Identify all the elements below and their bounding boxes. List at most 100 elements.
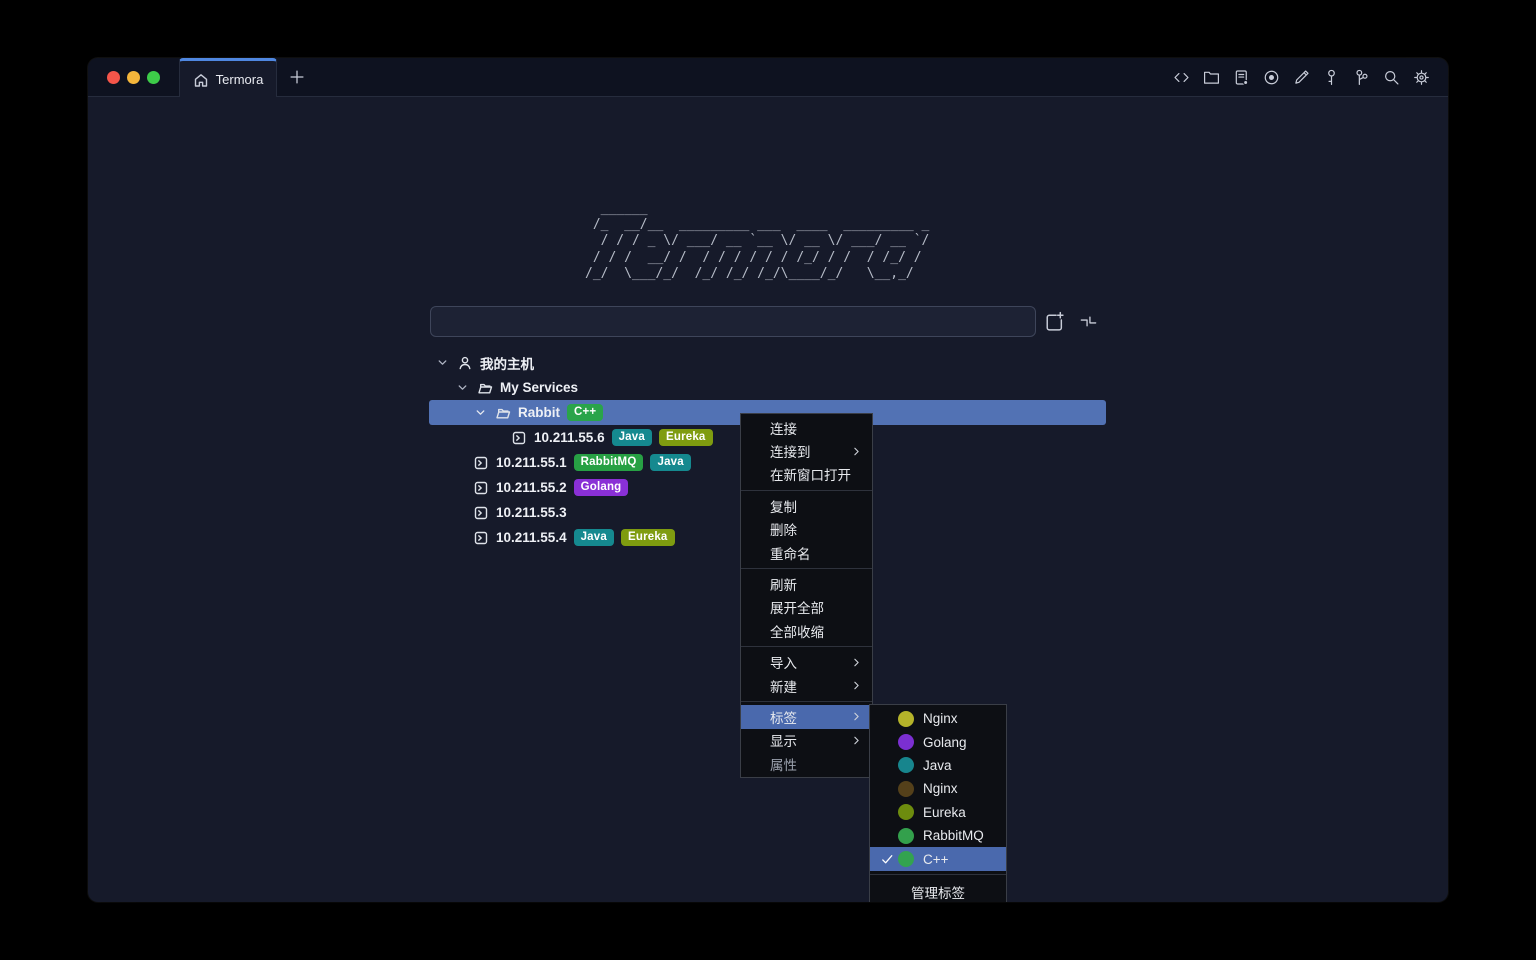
- tag-badge: RabbitMQ: [574, 454, 644, 472]
- tab-bar: Termora: [88, 58, 1448, 97]
- traffic-lights: [88, 58, 179, 96]
- terminal-icon: [473, 455, 489, 471]
- tab-termora[interactable]: Termora: [179, 58, 277, 97]
- menu-item-connect[interactable]: 连接: [741, 416, 872, 439]
- context-menu: 连接 连接到 在新窗口打开 复制 删除 重命名 刷新 展开全部 全部收缩 导入 …: [740, 413, 873, 778]
- terminal-icon: [473, 480, 489, 496]
- menu-item-open-new-window[interactable]: 在新窗口打开: [741, 463, 872, 486]
- code-icon: [1172, 68, 1191, 87]
- menu-item-display[interactable]: 显示: [741, 729, 872, 752]
- event-log-button[interactable]: [1232, 68, 1251, 87]
- menu-item-new[interactable]: 新建: [741, 674, 872, 697]
- terminal-icon: [511, 430, 527, 446]
- tag-badge: Golang: [574, 479, 629, 497]
- tag-color-dot: [898, 734, 914, 750]
- menu-separator: [741, 646, 872, 647]
- app-window: Termora: [88, 58, 1448, 902]
- collapse-icon: [1078, 311, 1099, 332]
- folder-button[interactable]: [1202, 68, 1221, 87]
- menu-item-connect-to[interactable]: 连接到: [741, 439, 872, 462]
- tag-item-java[interactable]: Java: [870, 754, 1006, 777]
- tag-item-nginx-2[interactable]: Nginx: [870, 777, 1006, 800]
- menu-item-delete[interactable]: 删除: [741, 518, 872, 541]
- chevron-right-icon: [850, 679, 863, 692]
- tag-item-rabbitmq[interactable]: RabbitMQ: [870, 824, 1006, 847]
- record-button[interactable]: [1262, 68, 1281, 87]
- tag-item-nginx[interactable]: Nginx: [870, 707, 1006, 730]
- tag-badge: C++: [567, 404, 603, 422]
- chevron-right-icon: [850, 445, 863, 458]
- home-icon: [193, 71, 209, 87]
- keychain-icon: [1352, 68, 1371, 87]
- tag-item-eureka[interactable]: Eureka: [870, 801, 1006, 824]
- chevron-right-icon: [850, 656, 863, 669]
- chevron-right-icon: [850, 734, 863, 747]
- chevron-down-icon[interactable]: [473, 405, 488, 420]
- menu-separator: [741, 490, 872, 491]
- toolbar: [1172, 58, 1448, 96]
- menu-item-collapse-all[interactable]: 全部收缩: [741, 619, 872, 642]
- tag-submenu: Nginx Golang Java Nginx Eureka Rabb: [869, 704, 1007, 902]
- search-row: [88, 306, 1448, 337]
- folder-open-icon: [495, 405, 511, 421]
- menu-item-expand-all[interactable]: 展开全部: [741, 596, 872, 619]
- terminal-icon: [473, 530, 489, 546]
- tree-label: 10.211.55.6: [534, 430, 605, 445]
- keychain-button[interactable]: [1352, 68, 1371, 87]
- tag-color-dot: [898, 711, 914, 727]
- menu-separator: [741, 568, 872, 569]
- menu-item-refresh[interactable]: 刷新: [741, 572, 872, 595]
- chevron-right-icon: [850, 710, 863, 723]
- key-icon: [1322, 68, 1341, 87]
- menu-item-manage-tags[interactable]: 管理标签: [870, 879, 1006, 902]
- search-icon: [1382, 68, 1401, 87]
- minimize-window-button[interactable]: [127, 71, 140, 84]
- menu-separator: [870, 874, 1006, 875]
- event-log-icon: [1232, 68, 1251, 87]
- user-icon: [457, 355, 473, 371]
- collapse-all-button[interactable]: [1078, 311, 1099, 335]
- code-button[interactable]: [1172, 68, 1191, 87]
- tag-color-dot: [898, 757, 914, 773]
- search-button[interactable]: [1382, 68, 1401, 87]
- tree-row-my-hosts[interactable]: 我的主机: [88, 350, 1448, 375]
- tag-color-dot: [898, 804, 914, 820]
- tab-title: Termora: [216, 72, 264, 87]
- chevron-down-icon[interactable]: [455, 380, 470, 395]
- edit-icon: [1292, 68, 1311, 87]
- settings-button[interactable]: [1412, 68, 1431, 87]
- tag-badge: Java: [612, 429, 652, 447]
- tag-item-cpp[interactable]: C++: [870, 847, 1006, 870]
- tree-label: 10.211.55.2: [496, 480, 567, 495]
- terminal-icon: [473, 505, 489, 521]
- menu-separator: [741, 701, 872, 702]
- menu-item-tags[interactable]: 标签: [741, 705, 872, 728]
- tag-color-dot: [898, 781, 914, 797]
- tag-item-golang[interactable]: Golang: [870, 730, 1006, 753]
- add-host-button[interactable]: [1042, 310, 1065, 336]
- tree-label: Rabbit: [518, 405, 560, 420]
- menu-item-rename[interactable]: 重命名: [741, 541, 872, 564]
- menu-item-import[interactable]: 导入: [741, 651, 872, 674]
- menu-item-properties[interactable]: 属性: [741, 752, 872, 775]
- tag-badge: Java: [574, 529, 614, 547]
- tree-row-my-services[interactable]: My Services: [88, 375, 1448, 400]
- tree-label: 10.211.55.4: [496, 530, 567, 545]
- main-content: ______ /_ __/__ _________ ___ ____ _____…: [88, 97, 1448, 901]
- menu-item-copy[interactable]: 复制: [741, 494, 872, 517]
- key-button[interactable]: [1322, 68, 1341, 87]
- folder-icon: [1202, 68, 1221, 87]
- add-host-icon: [1042, 310, 1065, 333]
- zoom-window-button[interactable]: [147, 71, 160, 84]
- tree-label: 10.211.55.1: [496, 455, 567, 470]
- edit-button[interactable]: [1292, 68, 1311, 87]
- record-icon: [1262, 68, 1281, 87]
- close-window-button[interactable]: [107, 71, 120, 84]
- folder-open-icon: [477, 380, 493, 396]
- tag-badge: Eureka: [621, 529, 675, 547]
- tag-color-dot: [898, 828, 914, 844]
- tag-badge: Java: [650, 454, 690, 472]
- chevron-down-icon[interactable]: [435, 355, 450, 370]
- host-search-input[interactable]: [430, 306, 1036, 337]
- new-tab-button[interactable]: [277, 58, 317, 96]
